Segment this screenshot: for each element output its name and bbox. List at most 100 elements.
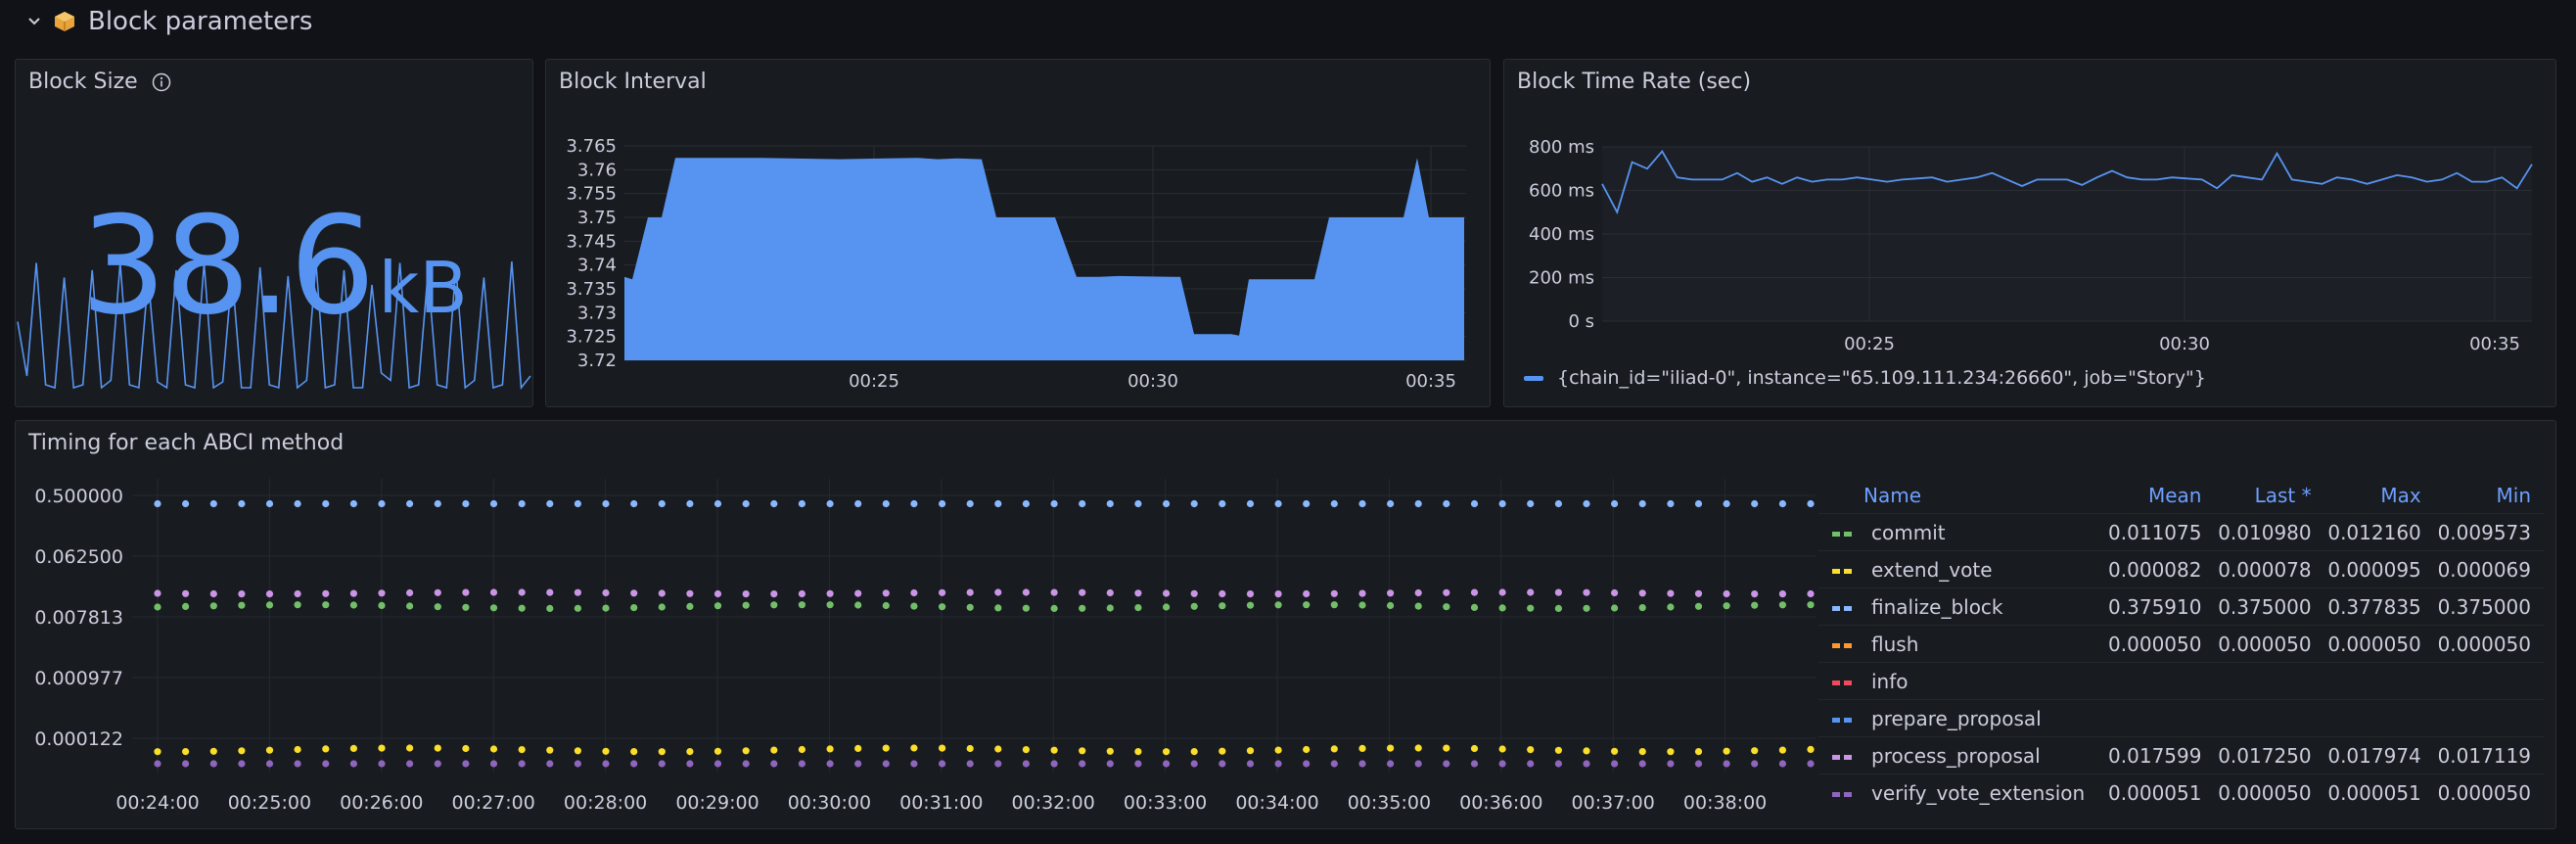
data-point	[713, 602, 722, 610]
data-point	[1050, 760, 1058, 768]
data-point	[1414, 499, 1422, 508]
data-point	[713, 747, 722, 755]
data-point	[518, 746, 526, 754]
data-point	[1303, 745, 1311, 754]
data-point	[1527, 760, 1535, 768]
data-point	[1303, 760, 1311, 768]
data-point	[1022, 499, 1030, 508]
legend-row-commit[interactable]: commit 0.011075 0.010980 0.012160 0.0095…	[1818, 513, 2545, 551]
data-point	[966, 499, 974, 508]
column-header-name[interactable]: Name	[1818, 478, 2105, 514]
legend-swatch	[1832, 568, 1852, 574]
data-point	[939, 760, 946, 768]
data-point	[489, 499, 498, 508]
data-point	[1554, 760, 1562, 768]
data-point	[406, 744, 414, 752]
data-point	[1079, 499, 1086, 508]
data-point	[658, 589, 666, 597]
data-point	[1638, 760, 1646, 768]
data-point	[1079, 604, 1086, 612]
data-point	[349, 760, 357, 768]
legend-row-prepare-proposal[interactable]: prepare_proposal	[1818, 699, 2545, 737]
data-point	[826, 745, 834, 753]
row-header[interactable]: Block parameters	[27, 0, 312, 43]
data-point	[1163, 499, 1171, 508]
data-point	[994, 499, 1002, 508]
column-header-min[interactable]: Min	[2435, 478, 2545, 514]
data-point	[770, 601, 778, 609]
data-point	[630, 499, 638, 508]
y-tick-label: 0.007813	[34, 607, 123, 629]
series-mean: 0.000050	[2105, 625, 2216, 663]
data-point	[349, 601, 357, 609]
y-tick-label: 3.72	[577, 351, 617, 371]
y-tick-label: 3.735	[566, 279, 617, 300]
series-min: 0.009573	[2434, 513, 2545, 551]
series-max	[2324, 662, 2435, 700]
data-point	[1778, 499, 1786, 508]
data-point	[1470, 588, 1479, 596]
data-point	[1611, 499, 1619, 508]
data-point	[378, 499, 386, 508]
data-point	[574, 747, 582, 755]
data-point	[1246, 499, 1255, 508]
data-point	[1443, 499, 1450, 508]
data-point	[238, 760, 246, 768]
series-mean: 0.017599	[2105, 736, 2216, 774]
legend-row-extend-vote[interactable]: extend_vote 0.000082 0.000078 0.000095 0…	[1818, 550, 2545, 588]
data-point	[826, 499, 834, 508]
legend-row-flush[interactable]: flush 0.000050 0.000050 0.000050 0.00005…	[1818, 625, 2545, 663]
data-point	[434, 603, 441, 611]
series-mean	[2105, 699, 2216, 737]
data-point	[1387, 499, 1395, 508]
data-point	[378, 601, 386, 609]
data-point	[966, 760, 974, 768]
legend-row-info[interactable]: info	[1818, 662, 2545, 700]
data-point	[686, 760, 694, 768]
data-point	[209, 760, 217, 768]
series-name: prepare_proposal	[1871, 706, 2042, 730]
legend-item[interactable]: {chain_id="iliad-0", instance="65.109.11…	[1524, 367, 2206, 389]
legend-swatch	[1832, 642, 1852, 648]
column-header-max[interactable]: Max	[2325, 478, 2435, 514]
data-point	[910, 499, 918, 508]
data-point	[434, 588, 441, 596]
data-point	[910, 602, 918, 610]
legend-row-verify-vote-extension[interactable]: verify_vote_extension 0.000051 0.000050 …	[1818, 774, 2545, 811]
data-point	[939, 603, 946, 611]
data-point	[265, 590, 274, 598]
data-point	[1694, 499, 1703, 508]
data-point	[1330, 760, 1338, 768]
data-point	[1163, 760, 1171, 768]
data-point	[489, 604, 498, 612]
series-last: 0.000050	[2215, 625, 2325, 663]
x-tick-label: 00:35	[1405, 371, 1456, 392]
data-point	[882, 601, 890, 610]
data-point	[489, 588, 498, 596]
data-point	[294, 601, 301, 609]
column-header-mean[interactable]: Mean	[2105, 478, 2215, 514]
chevron-down-icon[interactable]	[27, 15, 41, 28]
data-point	[686, 589, 694, 597]
data-point	[1387, 601, 1395, 610]
data-point	[1807, 745, 1815, 753]
column-header-last[interactable]: Last *	[2215, 478, 2324, 514]
y-tick-label: 3.725	[566, 327, 617, 348]
series-last: 0.017250	[2215, 736, 2325, 774]
y-tick-label: 3.755	[566, 184, 617, 205]
data-point	[1106, 760, 1114, 768]
legend-row-process-proposal[interactable]: process_proposal 0.017599 0.017250 0.017…	[1818, 736, 2545, 774]
data-point	[378, 760, 386, 768]
data-point	[630, 760, 638, 768]
data-point	[1694, 602, 1703, 610]
legend-row-finalize-block[interactable]: finalize_block 0.375910 0.375000 0.37783…	[1818, 587, 2545, 626]
data-point	[994, 604, 1002, 612]
data-point	[713, 499, 722, 508]
data-point	[209, 499, 217, 508]
data-point	[1330, 499, 1338, 508]
data-point	[798, 601, 806, 609]
data-point	[1219, 602, 1226, 610]
data-point	[1022, 760, 1030, 768]
data-point	[826, 601, 834, 609]
data-point	[1611, 747, 1619, 755]
